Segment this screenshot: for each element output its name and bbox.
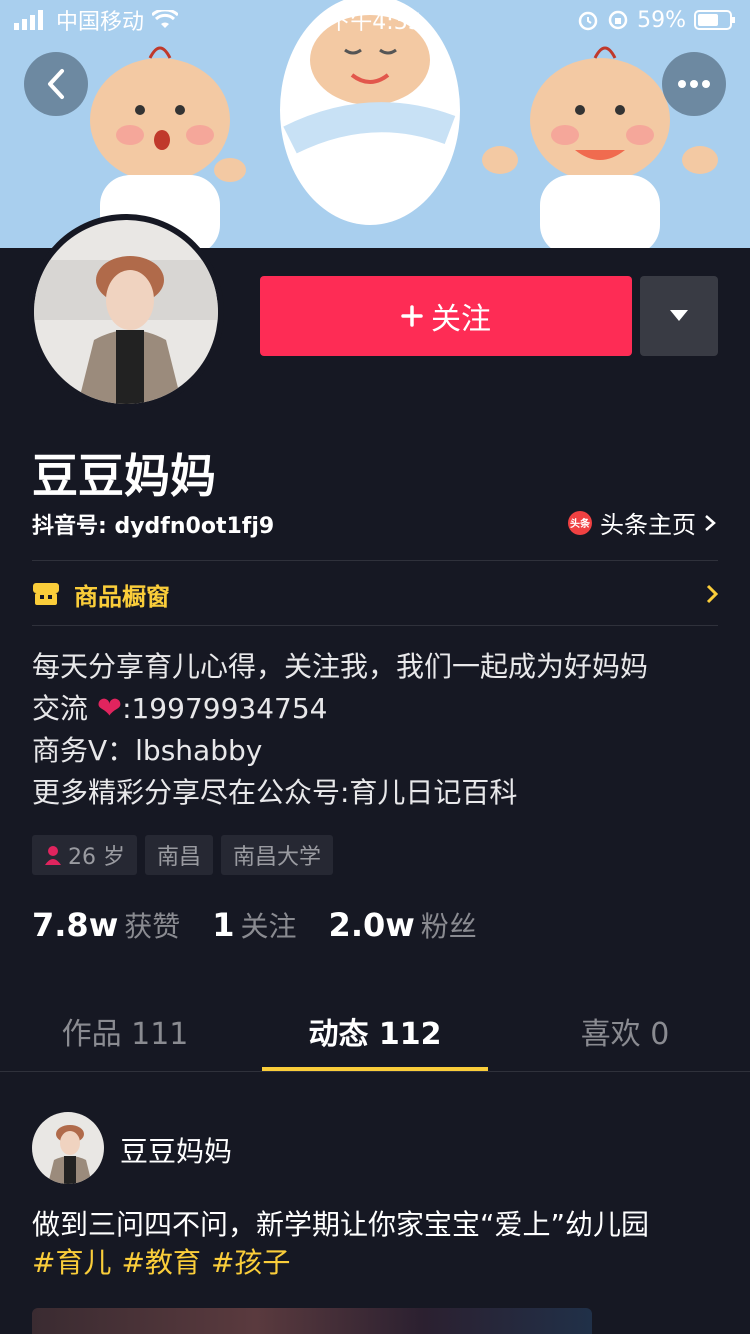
status-time: 下午4:35 [328,10,422,35]
hashtag[interactable]: #教育 [121,1246,200,1279]
stat-number: 1 [212,906,235,944]
post-text: 做到三问四不问，新学期让你家宝宝“爱上”幼儿园 #育儿 #教育 #孩子 [32,1206,718,1282]
divider [32,560,718,561]
tab-works[interactable]: 作品 111 [0,990,250,1071]
bio-line: 商务V：lbshabby [32,734,263,767]
bio-line: 交流 ❤:19979934754 [32,688,648,730]
tab-activity[interactable]: 动态 112 [250,990,500,1071]
post-author-name[interactable]: 豆豆妈妈 [120,1130,232,1170]
shop-icon [33,583,59,605]
profile-avatar[interactable] [28,214,224,410]
tag-label: 南昌大学 [233,845,322,870]
location-tag: 南昌 [145,835,214,875]
stat-label: 粉丝 [420,910,477,943]
carrier-name: 中国移动 [56,10,145,35]
follow-button[interactable]: 关注 [260,276,632,356]
profile-stats: 7.8w 获赞 1 关注 2.0w 粉丝 [32,905,477,945]
stat-number: 7.8w [32,906,119,944]
post-author-avatar[interactable] [32,1112,104,1184]
caret-down-icon [670,310,688,321]
more-button[interactable] [662,52,726,116]
post-hashtags: #育儿 #教育 #孩子 [32,1244,718,1282]
age-tag: 26 岁 [32,835,137,875]
battery-icon [694,10,735,30]
hashtag[interactable]: #育儿 [32,1246,111,1279]
profile-tabs: 作品 111 动态 112 喜欢 0 [0,990,750,1072]
back-button[interactable] [24,52,88,116]
post-caption: 做到三问四不问，新学期让你家宝宝“爱上”幼儿园 [32,1208,650,1241]
profile-tags: 26 岁 南昌 南昌大学 [32,835,334,875]
chevron-right-icon [706,584,718,604]
alarm-icon [578,11,598,31]
heart-icon: ❤ [96,691,123,726]
plus-icon [401,305,423,327]
following-stat[interactable]: 1 关注 [212,905,296,945]
followers-stat[interactable]: 2.0w 粉丝 [329,905,477,945]
tab-likes[interactable]: 喜欢 0 [500,990,750,1071]
chevron-left-icon [48,69,64,99]
shop-window-row[interactable]: 商品橱窗 [32,562,718,626]
recommend-dropdown-button[interactable] [640,276,718,356]
stat-label: 关注 [240,910,297,943]
bio-line: 每天分享育儿心得，关注我，我们一起成为好妈妈 [32,650,649,683]
shop-window-label: 商品橱窗 [74,582,170,611]
rotation-lock-icon [608,10,628,30]
tag-label: 南昌 [157,845,202,870]
bio-line: 更多精彩分享尽在公众号:育儿日记百科 [32,776,518,809]
toutiao-homepage-link[interactable]: 头条 头条主页 [568,505,716,540]
stat-label: 获赞 [124,910,181,943]
battery-percent: 59% [637,7,686,33]
stat-number: 2.0w [328,906,415,944]
more-dots-icon [678,80,710,88]
divider [32,625,718,626]
signal-icon [14,10,43,30]
profile-nickname: 豆豆妈妈 [32,449,216,503]
profile-bio: 每天分享育儿心得，关注我，我们一起成为好妈妈 交流 ❤:19979934754 … [32,646,648,814]
toutiao-label: 头条主页 [600,511,696,539]
follow-label: 关注 [431,302,491,337]
female-user-icon [45,846,61,865]
avatar-image [34,220,218,404]
toutiao-logo-icon: 头条 [568,510,592,535]
bio-text: 交流 [32,692,89,725]
wifi-icon [152,10,179,28]
chevron-right-icon [705,514,716,531]
tag-label: 26 岁 [68,845,125,870]
douyin-id[interactable]: 抖音号: dydfn0ot1fj9 [32,508,274,540]
likes-stat[interactable]: 7.8w 获赞 [32,905,180,945]
status-bar: 中国移动 下午4:35 59% [0,0,750,40]
school-tag: 南昌大学 [221,835,334,875]
bio-text: :19979934754 [122,692,328,725]
post-media-thumbnail[interactable] [32,1308,592,1334]
hashtag[interactable]: #孩子 [211,1246,290,1279]
